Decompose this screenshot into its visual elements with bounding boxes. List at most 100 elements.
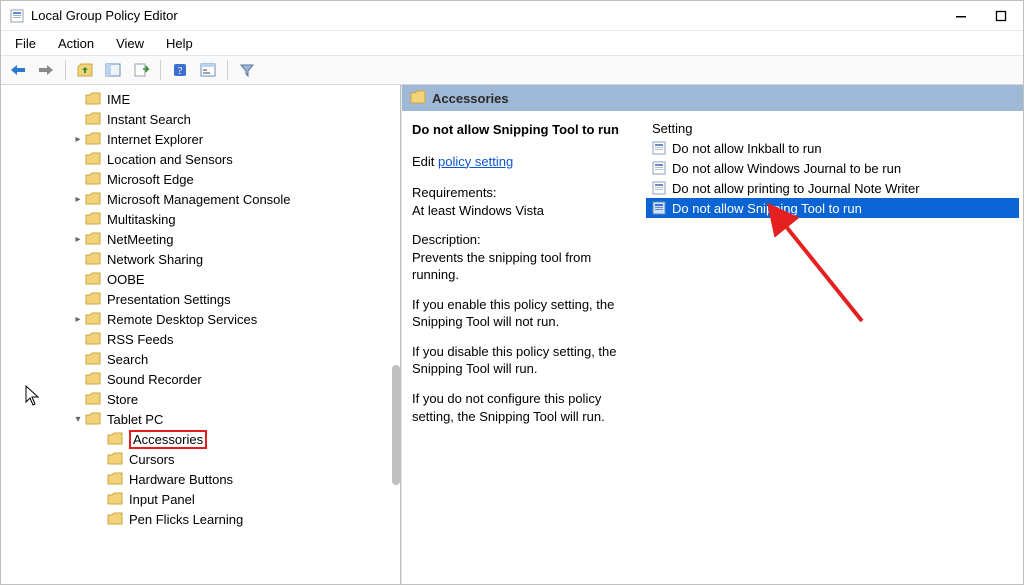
setting-label: Do not allow Snipping Tool to run: [672, 201, 862, 216]
folder-icon: [107, 512, 123, 526]
menu-file[interactable]: File: [5, 34, 46, 53]
window-title: Local Group Policy Editor: [31, 8, 947, 23]
folder-icon: [85, 252, 101, 266]
folder-icon: [107, 452, 123, 466]
setting-row[interactable]: Do not allow Windows Journal to be run: [646, 158, 1019, 178]
forward-button[interactable]: [35, 59, 57, 81]
menu-help[interactable]: Help: [156, 34, 203, 53]
folder-icon: [85, 352, 101, 366]
tree-panel: IME Instant Search ▸ Internet Explorer Locat…: [1, 85, 401, 584]
tree-item[interactable]: Multitasking: [71, 209, 400, 229]
tree-item-label: Multitasking: [107, 212, 176, 227]
settings-header[interactable]: Setting: [646, 119, 1019, 138]
tree-item-label: Microsoft Edge: [107, 172, 194, 187]
folder-icon: [85, 412, 101, 426]
tree-item[interactable]: Microsoft Edge: [71, 169, 400, 189]
chevron-right-icon[interactable]: ▸: [71, 194, 85, 205]
tree-item[interactable]: Network Sharing: [71, 249, 400, 269]
details-header-title: Accessories: [432, 91, 509, 106]
setting-label: Do not allow printing to Journal Note Wr…: [672, 181, 920, 196]
folder-icon: [107, 492, 123, 506]
settings-list: Setting Do not allow Inkball to run Do no…: [642, 111, 1023, 584]
tree-item-label: Remote Desktop Services: [107, 312, 257, 327]
tree-item-label: NetMeeting: [107, 232, 173, 247]
tree-item-label: Sound Recorder: [107, 372, 202, 387]
setting-row[interactable]: Do not allow Snipping Tool to run: [646, 198, 1019, 218]
export-button[interactable]: [130, 59, 152, 81]
help-button[interactable]: ?: [169, 59, 191, 81]
setting-label: Do not allow Inkball to run: [672, 141, 822, 156]
setting-row[interactable]: Do not allow Inkball to run: [646, 138, 1019, 158]
tree-item-label: Tablet PC: [107, 412, 163, 427]
policy-icon: [652, 181, 666, 195]
chevron-right-icon[interactable]: ▸: [71, 134, 85, 145]
tree-item[interactable]: ▸ Internet Explorer: [71, 129, 400, 149]
show-hide-tree-button[interactable]: [102, 59, 124, 81]
titlebar: Local Group Policy Editor: [1, 1, 1023, 31]
description-para-3: If you do not configure this policy sett…: [412, 390, 634, 425]
setting-row[interactable]: Do not allow printing to Journal Note Wr…: [646, 178, 1019, 198]
tree-item-label: Location and Sensors: [107, 152, 233, 167]
tree-item[interactable]: OOBE: [71, 269, 400, 289]
app-window: Local Group Policy Editor File Action Vi…: [0, 0, 1024, 585]
folder-icon: [85, 232, 101, 246]
tree-item[interactable]: Cursors: [71, 449, 400, 469]
tree-item[interactable]: Sound Recorder: [71, 369, 400, 389]
edit-prefix: Edit: [412, 154, 434, 169]
tree-item[interactable]: Location and Sensors: [71, 149, 400, 169]
chevron-down-icon[interactable]: ▾: [71, 414, 85, 425]
tree-item[interactable]: Search: [71, 349, 400, 369]
window-buttons: [947, 6, 1015, 26]
tree-item[interactable]: Pen Flicks Learning: [71, 509, 400, 529]
policy-icon: [652, 161, 666, 175]
tree-item[interactable]: RSS Feeds: [71, 329, 400, 349]
minimize-button[interactable]: [947, 6, 975, 26]
toolbar-separator-3: [227, 60, 228, 80]
app-icon: [9, 8, 25, 24]
folder-icon: [85, 112, 101, 126]
tree-item-label: Cursors: [129, 452, 175, 467]
tree-scrollbar[interactable]: [392, 365, 400, 485]
up-button[interactable]: [74, 59, 96, 81]
toolbar-separator-2: [160, 60, 161, 80]
chevron-right-icon[interactable]: ▸: [71, 234, 85, 245]
properties-button[interactable]: [197, 59, 219, 81]
folder-icon: [85, 312, 101, 326]
tree-item-label: Input Panel: [129, 492, 195, 507]
details-body: Do not allow Snipping Tool to run Edit p…: [402, 111, 1023, 584]
annotation-arrow-icon: [722, 201, 882, 341]
tree-item-label: Hardware Buttons: [129, 472, 233, 487]
chevron-right-icon[interactable]: ▸: [71, 314, 85, 325]
menu-view[interactable]: View: [106, 34, 154, 53]
description-para-2: If you disable this policy setting, the …: [412, 343, 634, 378]
tree-item[interactable]: Accessories: [71, 429, 400, 449]
folder-icon: [85, 152, 101, 166]
tree-item[interactable]: ▾ Tablet PC: [71, 409, 400, 429]
maximize-button[interactable]: [987, 6, 1015, 26]
tree-item[interactable]: Input Panel: [71, 489, 400, 509]
tree-item[interactable]: ▸ NetMeeting: [71, 229, 400, 249]
tree-item[interactable]: Instant Search: [71, 109, 400, 129]
menu-action[interactable]: Action: [48, 34, 104, 53]
tree-item[interactable]: ▸Microsoft Management Console: [71, 189, 400, 209]
toolbar: ?: [1, 55, 1023, 85]
folder-icon: [85, 132, 101, 146]
policy-icon: [652, 201, 666, 215]
tree-item-label: Presentation Settings: [107, 292, 231, 307]
tree-item[interactable]: IME: [71, 89, 400, 109]
tree-item[interactable]: Hardware Buttons: [71, 469, 400, 489]
policy-details: Do not allow Snipping Tool to run Edit p…: [402, 111, 642, 584]
tree-item-label: Internet Explorer: [107, 132, 203, 147]
setting-label: Do not allow Windows Journal to be run: [672, 161, 901, 176]
folder-icon: [107, 432, 123, 446]
tree-item[interactable]: Presentation Settings: [71, 289, 400, 309]
tree-item[interactable]: Store: [71, 389, 400, 409]
toolbar-separator: [65, 60, 66, 80]
folder-icon: [85, 392, 101, 406]
back-button[interactable]: [7, 59, 29, 81]
folder-icon: [85, 332, 101, 346]
tree-item-label: IME: [107, 92, 130, 107]
edit-policy-link[interactable]: policy setting: [438, 154, 513, 169]
tree-item[interactable]: ▸ Remote Desktop Services: [71, 309, 400, 329]
filter-button[interactable]: [236, 59, 258, 81]
